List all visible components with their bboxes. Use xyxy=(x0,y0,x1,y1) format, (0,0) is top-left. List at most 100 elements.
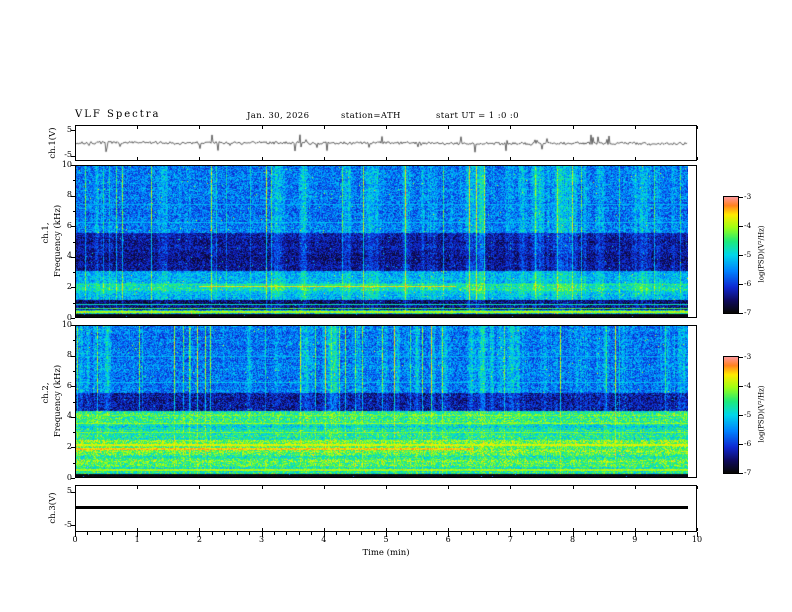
ch1-spectrogram-ylabel-line2: Frequency (kHz) xyxy=(52,204,63,278)
axis-tick xyxy=(149,532,151,535)
axis-tick xyxy=(87,532,89,535)
y-tick-label: 8 xyxy=(66,350,72,360)
colorbar-tick-label: -6 xyxy=(744,439,752,448)
axis-tick xyxy=(261,157,263,160)
axis-tick xyxy=(73,462,75,464)
axis-tick xyxy=(739,415,743,416)
axis-tick xyxy=(510,126,512,129)
axis-tick xyxy=(224,532,226,535)
ch2-spectrogram-ylabel-line1: ch.2, xyxy=(40,382,51,404)
ch1-waveform-canvas xyxy=(76,126,688,160)
axis-tick xyxy=(423,532,425,535)
y-tick-label: -5 xyxy=(64,150,72,160)
axis-tick xyxy=(73,302,75,304)
axis-tick xyxy=(697,126,698,129)
axis-tick xyxy=(73,370,75,372)
axis-tick xyxy=(448,486,450,489)
axis-tick xyxy=(323,486,325,489)
axis-tick xyxy=(73,241,75,243)
axis-tick xyxy=(137,528,139,531)
axis-tick xyxy=(697,528,698,531)
axis-tick xyxy=(73,340,75,342)
date-label: Jan. 30, 2026 xyxy=(247,111,310,121)
axis-tick xyxy=(137,486,139,489)
colorbar-tick-label: -3 xyxy=(744,352,752,361)
axis-tick xyxy=(99,532,101,535)
axis-tick xyxy=(473,532,475,535)
axis-tick xyxy=(739,444,743,445)
axis-tick xyxy=(585,532,587,535)
y-tick-label: 4 xyxy=(66,251,72,261)
axis-tick xyxy=(510,157,512,160)
axis-tick xyxy=(137,126,139,129)
colorbar-tick-label: -4 xyxy=(744,381,752,390)
axis-tick xyxy=(112,532,114,535)
axis-tick xyxy=(622,532,624,535)
axis-tick xyxy=(348,532,350,535)
station-label: station=ATH xyxy=(341,111,401,121)
x-tick-label: 6 xyxy=(445,534,451,544)
axis-tick xyxy=(448,157,450,160)
colorbar-tick-label: -3 xyxy=(744,192,752,201)
axis-tick xyxy=(435,532,437,535)
y-tick-label: 8 xyxy=(66,190,72,200)
colorbar-ch2 xyxy=(723,356,739,474)
ch2-spectrogram-panel xyxy=(75,325,697,478)
ch2-spectrogram-ylabel-line2: Frequency (kHz) xyxy=(52,364,63,438)
axis-tick xyxy=(634,157,636,160)
axis-tick xyxy=(510,528,512,531)
colorbar-ch2-gradient xyxy=(724,357,738,473)
axis-tick xyxy=(697,157,698,160)
plot-title: VLF Spectra xyxy=(75,109,161,120)
axis-tick xyxy=(547,532,549,535)
ch1-spectrogram-ylabel-line1: ch.1, xyxy=(40,222,51,244)
colorbar-tick-label: -6 xyxy=(744,279,752,288)
axis-tick xyxy=(73,272,75,274)
axis-tick xyxy=(73,432,75,434)
y-tick-label: 4 xyxy=(66,411,72,421)
colorbar-tick-label: -5 xyxy=(744,410,752,419)
axis-tick xyxy=(485,532,487,535)
ch3-waveform-panel xyxy=(75,485,697,532)
axis-tick xyxy=(323,157,325,160)
axis-tick xyxy=(597,532,599,535)
y-tick-label: 2 xyxy=(66,441,72,451)
axis-tick xyxy=(73,210,75,212)
axis-tick xyxy=(460,532,462,535)
x-tick-label: 7 xyxy=(507,534,513,544)
x-tick-label: 0 xyxy=(72,534,78,544)
y-tick-label: 5 xyxy=(66,486,72,496)
axis-tick xyxy=(572,126,574,129)
axis-tick xyxy=(739,473,743,474)
axis-tick xyxy=(634,486,636,489)
axis-tick xyxy=(684,532,686,535)
x-tick-label: 5 xyxy=(383,534,389,544)
axis-tick xyxy=(211,532,213,535)
axis-tick xyxy=(739,386,743,387)
axis-tick xyxy=(137,157,139,160)
axis-tick xyxy=(647,532,649,535)
axis-tick xyxy=(634,528,636,531)
x-tick-label: 1 xyxy=(134,534,140,544)
axis-tick xyxy=(386,126,387,129)
axis-tick xyxy=(659,532,661,535)
ch2-spectrogram-canvas xyxy=(76,326,688,477)
colorbar-ch1-gradient xyxy=(724,197,738,313)
axis-tick xyxy=(609,532,611,535)
axis-tick xyxy=(535,532,537,535)
axis-tick xyxy=(373,532,375,535)
colorbar-tick-label: -7 xyxy=(744,308,752,317)
x-tick-label: 8 xyxy=(570,534,576,544)
axis-tick xyxy=(249,532,251,535)
axis-tick xyxy=(497,532,499,535)
axis-tick xyxy=(75,528,76,531)
axis-tick xyxy=(697,486,698,489)
axis-tick xyxy=(75,486,76,489)
y-tick-label: 5 xyxy=(66,124,72,134)
y-tick-label: 10 xyxy=(61,159,72,169)
axis-tick xyxy=(323,126,325,129)
axis-tick xyxy=(323,528,325,531)
axis-tick xyxy=(739,197,743,198)
axis-tick xyxy=(286,532,288,535)
axis-tick xyxy=(186,532,188,535)
